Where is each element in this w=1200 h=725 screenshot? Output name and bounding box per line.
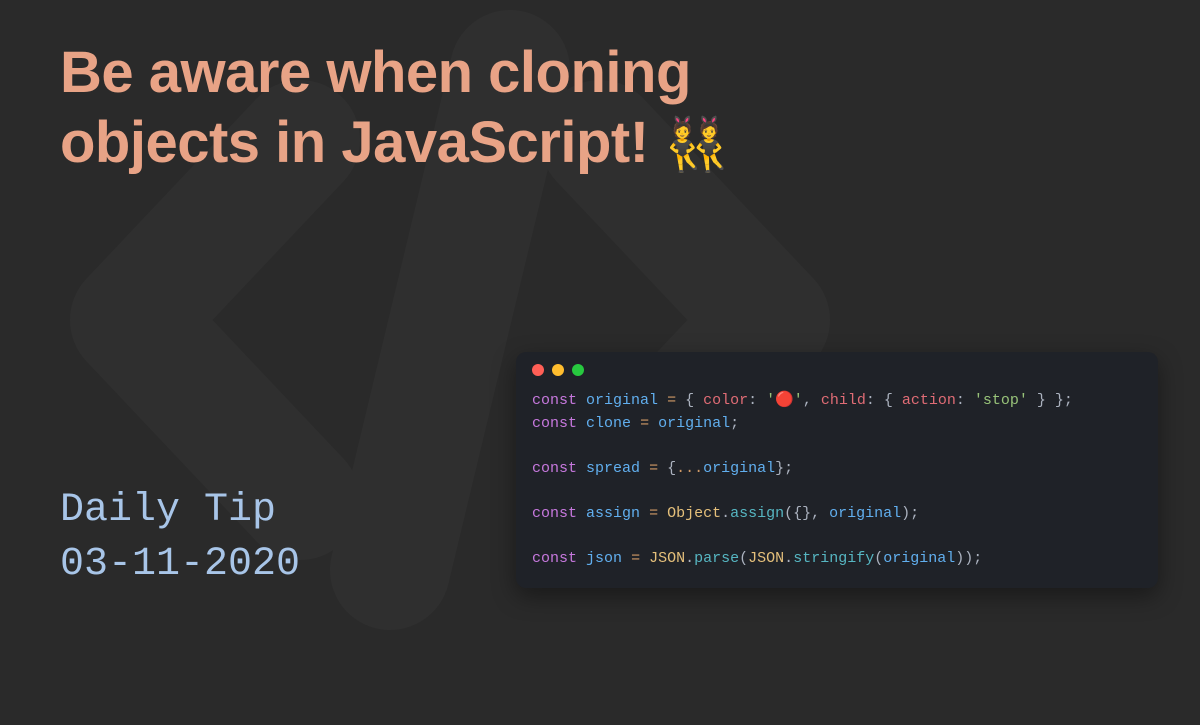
series-block: Daily Tip 03-11-2020 <box>60 484 300 592</box>
title-line-1: Be aware when cloning <box>60 40 691 105</box>
code-block: const original = { color: '🔴', child: { … <box>532 390 1142 570</box>
page-title: Be aware when cloning objects in JavaScr… <box>60 38 728 177</box>
close-icon <box>532 364 544 376</box>
title-line-2: objects in JavaScript! <box>60 110 664 175</box>
series-date: 03-11-2020 <box>60 538 300 592</box>
code-window: const original = { color: '🔴', child: { … <box>516 352 1158 588</box>
maximize-icon <box>572 364 584 376</box>
minimize-icon <box>552 364 564 376</box>
window-dots <box>532 364 1142 376</box>
title-emoji: 👯 <box>664 116 728 174</box>
series-label: Daily Tip <box>60 484 300 538</box>
